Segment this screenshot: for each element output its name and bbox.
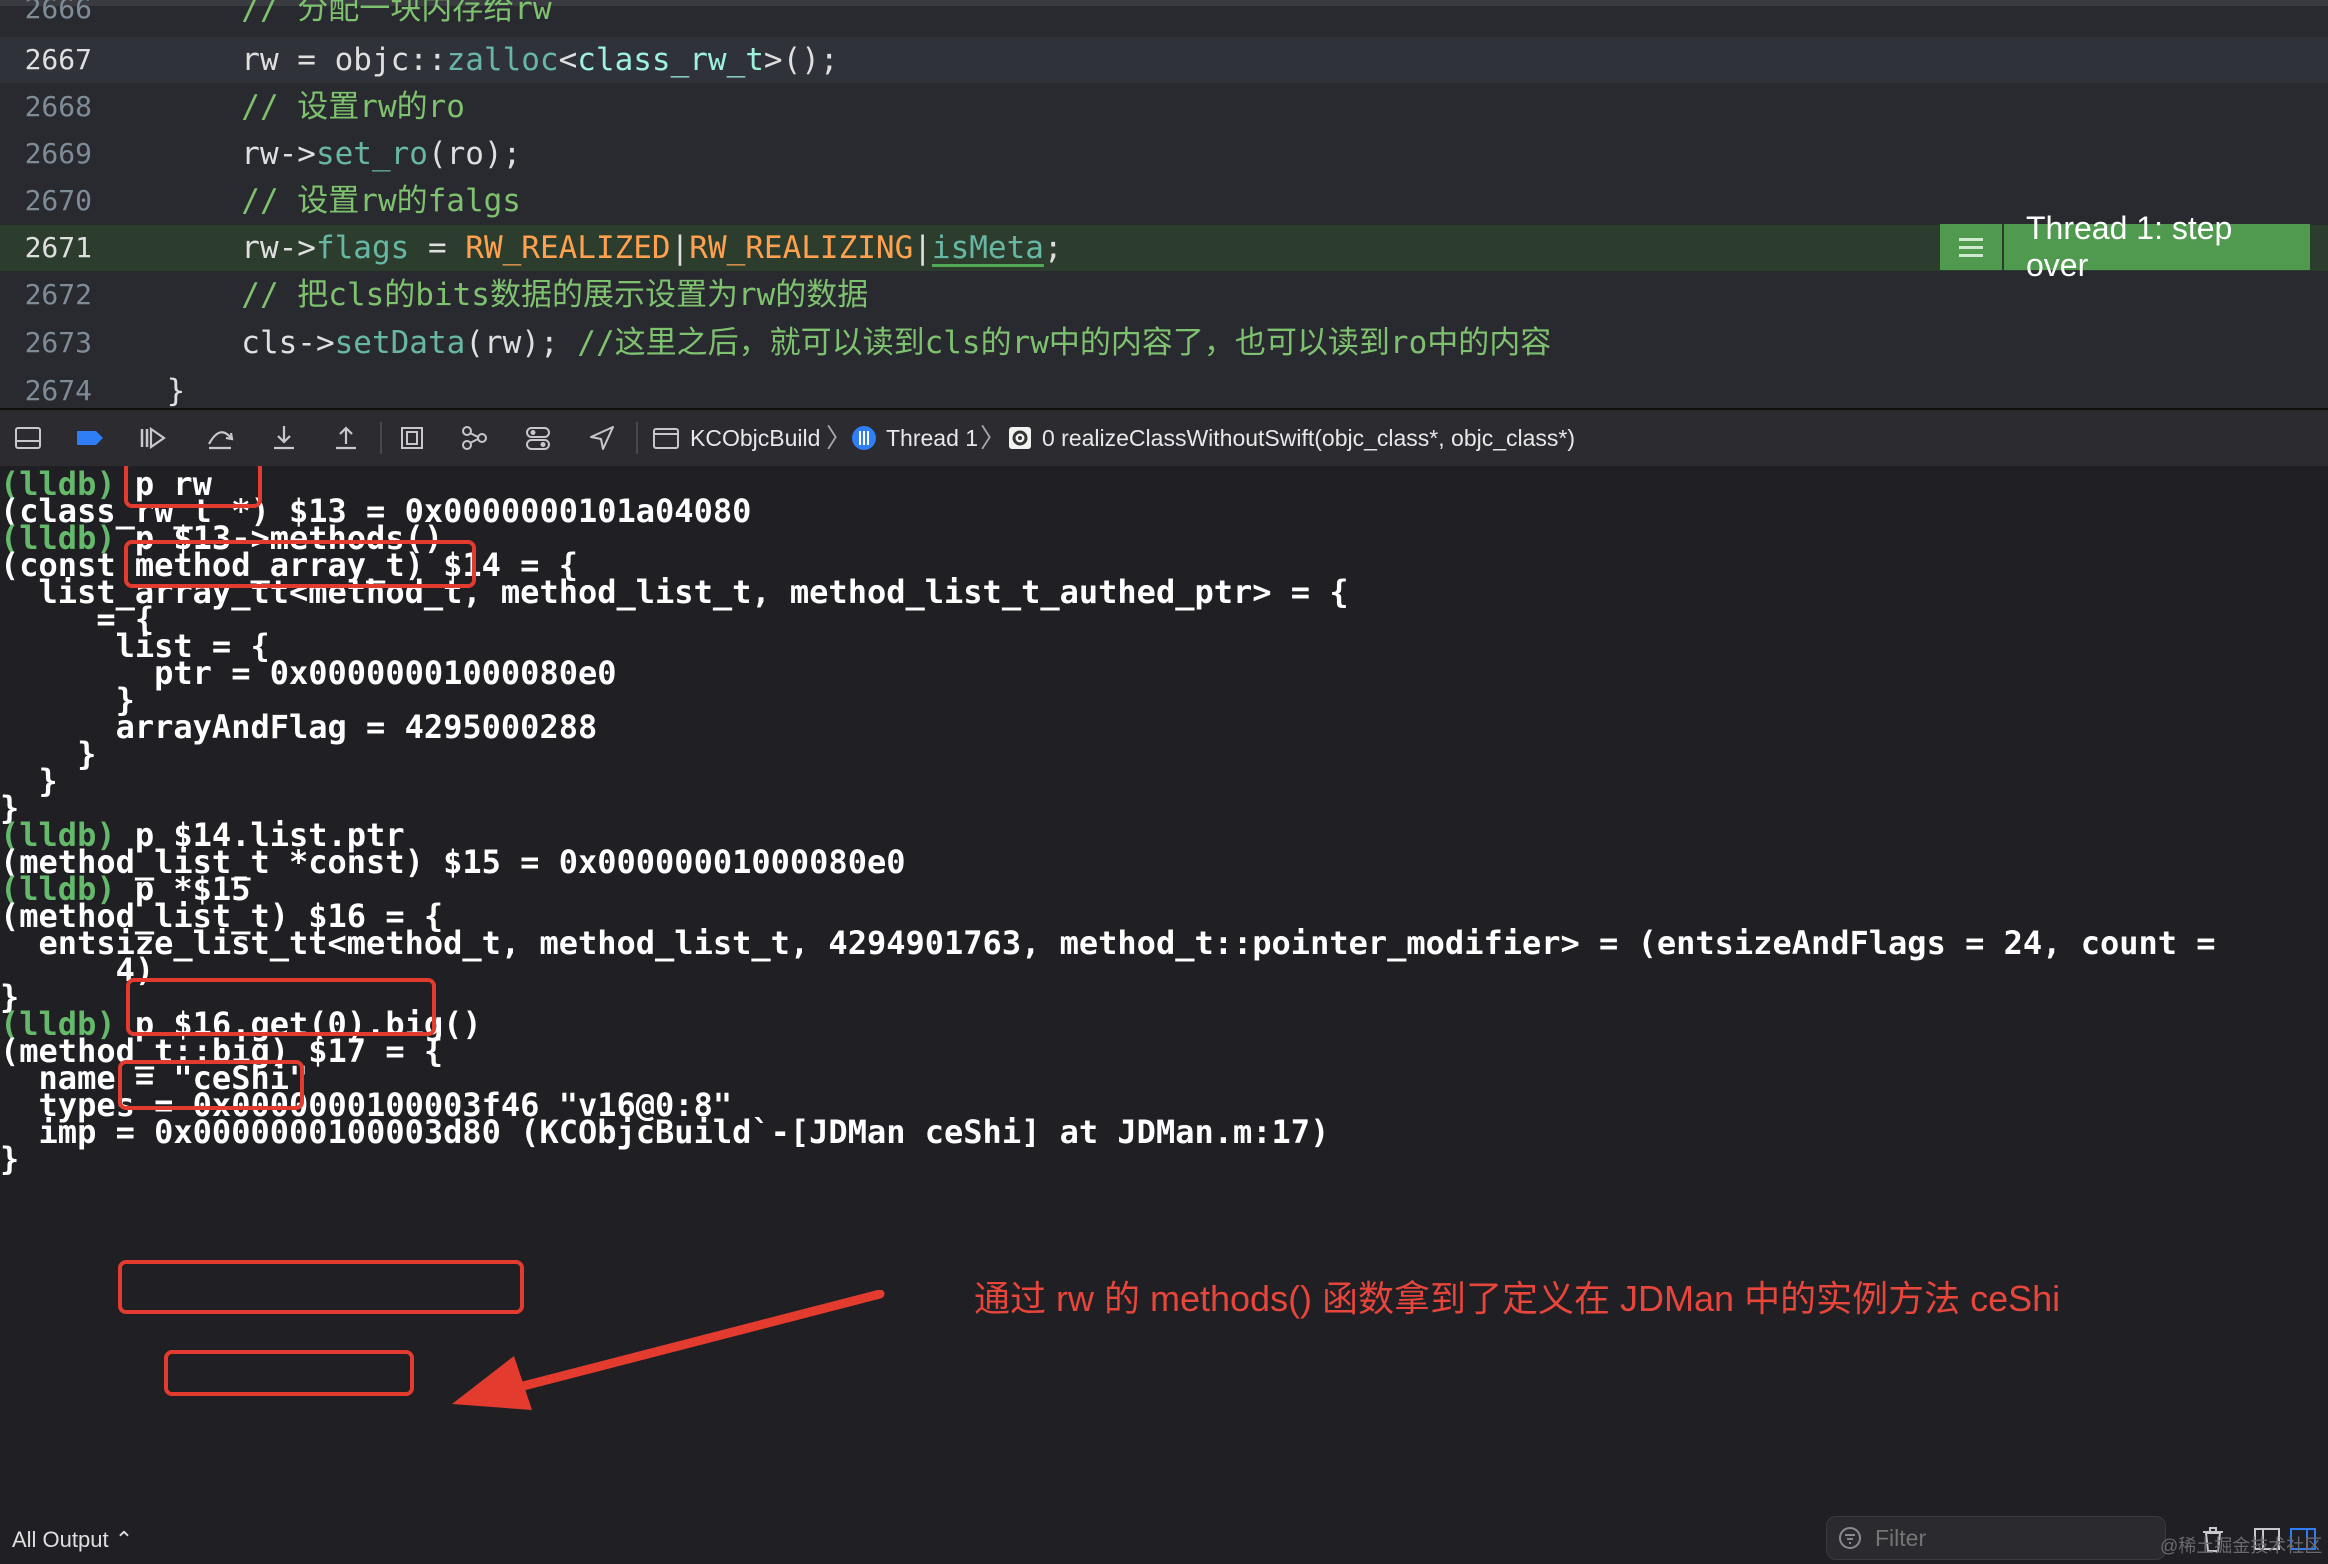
code-line[interactable]: 2667 rw = objc::zalloc<class_rw_t>();	[0, 37, 2328, 83]
code-token: }	[92, 373, 186, 408]
step-over-icon[interactable]	[204, 422, 236, 454]
line-number[interactable]: 2672	[0, 272, 92, 318]
code-text: rw->flags = RW_REALIZED|RW_REALIZING|isM…	[92, 225, 1063, 271]
code-token: rw = objc::	[92, 42, 447, 78]
breadcrumb-target[interactable]: KCObjcBuild	[690, 410, 820, 466]
code-token: flags	[315, 230, 410, 266]
code-token: =	[409, 230, 466, 266]
debug-console[interactable]: (lldb) p rw (class_rw_t *) $13 = 0x000000…	[0, 466, 2328, 1516]
annotation-arrow-icon	[452, 1290, 885, 1410]
code-text: rw = objc::zalloc<class_rw_t>();	[92, 37, 839, 83]
filter-input[interactable]	[1873, 1523, 2147, 1553]
line-number[interactable]: 2670	[0, 178, 92, 224]
code-text: }	[92, 368, 186, 408]
highlight-box	[124, 540, 476, 588]
line-number[interactable]: 2668	[0, 84, 92, 130]
code-line[interactable]: 2672 // 把cls的bits数据的展示设置为rw的数据	[0, 272, 2328, 318]
code-line[interactable]: 2666 // 分配一块内存给rw	[0, 0, 2328, 32]
code-token: // 设置rw的falgs	[92, 183, 521, 219]
code-token: RW_REALIZED	[465, 230, 671, 266]
thread-badge[interactable]: Thread 1: step over	[1940, 210, 2310, 283]
code-text: // 设置rw的ro	[92, 84, 465, 130]
highlight-box	[126, 978, 436, 1036]
highlight-box	[124, 466, 262, 508]
toolbar-divider	[380, 422, 382, 454]
code-token: cls->	[92, 325, 335, 361]
environment-overrides-icon[interactable]	[522, 422, 554, 454]
code-token: |	[913, 230, 932, 266]
code-token: rw->	[92, 136, 316, 172]
breakpoints-toggle-icon[interactable]	[74, 422, 106, 454]
code-token: // 把cls的bits数据的展示设置为rw的数据	[92, 277, 869, 313]
code-token: zalloc	[446, 42, 559, 78]
code-text: cls->setData(rw); //这里之后，就可以读到cls的rw中的内容…	[92, 320, 1551, 366]
code-token: //这里之后，就可以读到cls的rw中的内容了，也可以读到ro中的内容	[577, 325, 1552, 361]
console-text: }	[0, 1140, 20, 1178]
console-footer: All Output ⌃ @稀土掘金技术社区	[0, 1516, 2328, 1564]
code-token: >();	[763, 42, 839, 78]
thread-icon	[848, 422, 880, 454]
code-text: // 分配一块内存给rw	[92, 0, 552, 32]
console-text: entsize_list_tt<method_t, method_list_t,…	[0, 924, 2216, 962]
code-line[interactable]: 2674 }	[0, 368, 2328, 408]
thread-badge-menu-icon[interactable]	[1940, 224, 2004, 270]
thread-badge-label: Thread 1: step over	[2004, 210, 2310, 283]
code-token: rw->	[92, 230, 316, 266]
step-into-icon[interactable]	[268, 422, 300, 454]
code-token: RW_REALIZING	[689, 230, 914, 266]
breadcrumb-thread[interactable]: Thread 1	[886, 410, 978, 466]
console-output-line: }	[0, 1139, 19, 1179]
line-number[interactable]: 2667	[0, 37, 92, 83]
filter-field[interactable]	[1826, 1516, 2166, 1560]
code-token: class_rw_t	[577, 42, 764, 78]
line-number[interactable]: 2671	[0, 225, 92, 271]
code-token: (rw);	[465, 325, 578, 361]
breadcrumb-chevron-icon: 〉	[980, 423, 1007, 453]
highlight-box	[164, 1350, 414, 1396]
highlight-box	[118, 1060, 304, 1110]
code-text: // 设置rw的falgs	[92, 178, 521, 224]
code-token: |	[670, 230, 690, 266]
filter-icon	[1837, 1525, 1863, 1551]
memory-graph-icon[interactable]	[458, 422, 490, 454]
stack-frame-icon	[1004, 422, 1036, 454]
code-token: // 设置rw的ro	[92, 89, 465, 125]
code-token: // 分配一块内存给rw	[92, 0, 552, 27]
step-out-icon[interactable]	[330, 422, 362, 454]
watermark: @稀土掘金技术社区	[2160, 1536, 2323, 1556]
code-token: <	[558, 42, 578, 78]
code-token: setData	[334, 325, 466, 361]
hide-debug-area-icon[interactable]	[12, 422, 44, 454]
simulate-location-icon[interactable]	[586, 422, 618, 454]
console-text: imp = 0x0000000100003d80 (KCObjcBuild`-[…	[0, 1113, 1330, 1151]
code-token: set_ro	[315, 136, 428, 172]
debug-bar: KCObjcBuild 〉 Thread 1 〉 0 realizeClassW…	[0, 408, 2328, 468]
line-number[interactable]: 2666	[0, 0, 92, 32]
code-line[interactable]: 2668 // 设置rw的ro	[0, 84, 2328, 130]
annotation-text: 通过 rw 的 methods() 函数拿到了定义在 JDMan 中的实例方法 …	[974, 1278, 2061, 1319]
code-line[interactable]: 2673 cls->setData(rw); //这里之后，就可以读到cls的r…	[0, 320, 2328, 366]
console-output-line: imp = 0x0000000100003d80 (KCObjcBuild`-[…	[0, 1112, 1330, 1152]
output-filter-select[interactable]: All Output ⌃	[12, 1522, 133, 1558]
code-token: ;	[1043, 230, 1063, 266]
toolbar-divider	[636, 422, 638, 454]
code-line[interactable]: 2670 // 设置rw的falgs	[0, 178, 2328, 224]
breadcrumb-frame[interactable]: 0 realizeClassWithoutSwift(objc_class*, …	[1042, 410, 1575, 466]
code-line[interactable]: 2669 rw->set_ro(ro);	[0, 131, 2328, 177]
line-number[interactable]: 2674	[0, 368, 92, 408]
code-text: rw->set_ro(ro);	[92, 131, 521, 177]
view-hierarchy-icon[interactable]	[396, 422, 428, 454]
source-editor[interactable]: 2666 // 分配一块内存给rw 2667 rw = objc::zalloc<…	[0, 0, 2328, 408]
continue-icon[interactable]	[136, 422, 168, 454]
console-output-line: entsize_list_tt<method_t, method_list_t,…	[0, 923, 2216, 963]
code-token: isMeta	[931, 230, 1044, 266]
code-text: // 把cls的bits数据的展示设置为rw的数据	[92, 272, 868, 318]
line-number[interactable]: 2673	[0, 320, 92, 366]
line-number[interactable]: 2669	[0, 131, 92, 177]
target-app-icon	[650, 422, 682, 454]
code-token: (ro);	[427, 136, 522, 172]
